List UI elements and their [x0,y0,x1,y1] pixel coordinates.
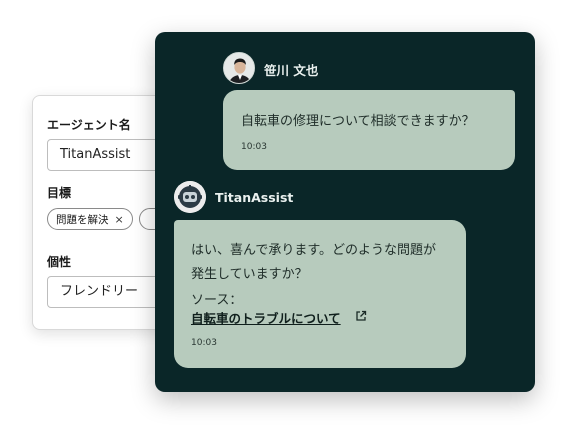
stage: エージェント名 TitanAssist 目標 問題を解決 × 個性 フレンドリー [0,0,567,425]
bot-message-time: 10:03 [191,338,217,348]
user-avatar [223,52,255,84]
chat-panel: 笹川 文也 自転車の修理について相談できますか？ 10:03 TitanAssi… [155,32,535,392]
agent-name-label: エージェント名 [47,118,131,132]
bot-message-line: はい、喜んで承ります。どのような問題が [191,243,437,258]
bot-avatar [174,181,206,213]
goal-label: 目標 [47,186,72,200]
source-link[interactable]: 自転車のトラブルについて [191,308,341,327]
user-message-text: 自転車の修理について相談できますか？ [241,114,475,129]
bot-message-bubble: はい、喜んで承ります。どのような問題が 発生していますか？ ソース： 自転車のト… [174,220,466,368]
bot-message-line: 発生していますか？ [191,267,308,282]
user-message-time: 10:03 [241,142,267,152]
bot-name: TitanAssist [215,190,294,205]
personality-label: 個性 [47,255,72,269]
source-label: ソース： [191,293,243,308]
goal-chip-label: 問題を解決 [56,213,109,226]
robot-icon [174,181,206,213]
user-message-bubble: 自転車の修理について相談できますか？ 10:03 [223,90,515,170]
external-link-icon[interactable] [355,310,367,322]
close-icon[interactable]: × [115,213,124,226]
person-photo-icon [224,53,254,83]
goal-chip[interactable]: 問題を解決 × [47,208,133,230]
user-name: 笹川 文也 [264,63,319,78]
